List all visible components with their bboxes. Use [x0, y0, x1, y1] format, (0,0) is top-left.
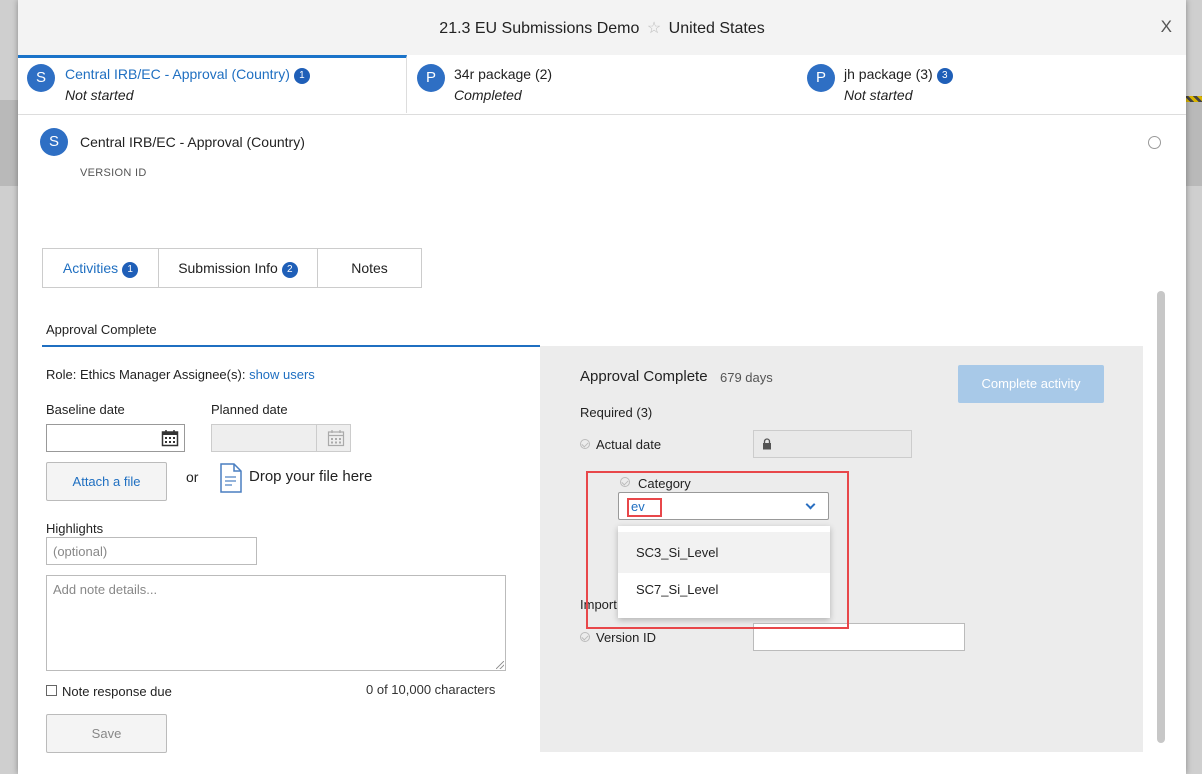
category-dropdown-menu: SC3_Si_Level SC7_Si_Level	[618, 526, 830, 618]
package-name: jh package (3) 3	[844, 66, 953, 84]
resize-handle[interactable]	[496, 661, 504, 669]
document-icon	[220, 463, 242, 493]
step-tab-approval-complete[interactable]: Approval Complete	[46, 322, 157, 337]
highlights-label: Highlights	[46, 521, 104, 536]
version-id-input[interactable]	[753, 623, 965, 651]
count-badge: 3	[936, 68, 953, 84]
count-badge: 1	[122, 262, 139, 278]
status-radio[interactable]	[1148, 136, 1161, 149]
step-tab-underline	[42, 345, 540, 347]
note-details-textarea[interactable]: Add note details...	[46, 575, 506, 671]
complete-activity-button[interactable]: Complete activity	[958, 365, 1104, 403]
package-name: 34r package (2)	[454, 66, 553, 82]
role-line: Role: Ethics Manager Assignee(s): show u…	[46, 367, 315, 382]
note-response-due-label: Note response due	[62, 684, 172, 699]
version-id-label: VERSION ID	[80, 167, 147, 179]
package-tabs: S Central IRB/EC - Approval (Country) 1 N…	[18, 55, 1186, 115]
version-id-label: Version ID	[596, 630, 656, 645]
close-button[interactable]: X	[1161, 17, 1172, 37]
package-status: Not started	[65, 87, 134, 103]
category-select-value: ev	[631, 499, 645, 514]
actual-date-input	[753, 430, 912, 458]
chevron-down-icon[interactable]	[805, 499, 816, 510]
package-status: Completed	[454, 87, 522, 103]
calendar-icon	[327, 430, 345, 447]
package-tab-34r[interactable]: P 34r package (2) Completed	[407, 55, 798, 113]
or-separator: or	[186, 469, 199, 485]
background-stripe	[1186, 96, 1202, 102]
calendar-icon[interactable]	[161, 429, 179, 447]
check-circle-icon	[580, 439, 590, 449]
check-circle-icon	[580, 632, 590, 642]
modal-titlebar: 21.3 EU Submissions Demo ☆ United States…	[18, 0, 1186, 56]
package-tab-jh[interactable]: P jh package (3) 3 Not started	[797, 55, 1186, 113]
category-label: Category	[638, 476, 691, 491]
vertical-scrollbar[interactable]	[1157, 291, 1165, 743]
baseline-date-input[interactable]	[46, 424, 185, 452]
import-section-label: Import	[580, 597, 617, 612]
avatar: S	[40, 128, 68, 156]
baseline-date-label: Baseline date	[46, 402, 125, 417]
tab-activities[interactable]: Activities 1	[43, 249, 159, 287]
show-users-link[interactable]: show users	[249, 367, 315, 382]
submission-modal: 21.3 EU Submissions Demo ☆ United States…	[18, 0, 1186, 774]
count-badge: 2	[281, 262, 298, 278]
drop-zone-text[interactable]: Drop your file here	[249, 468, 372, 485]
dropdown-option[interactable]: SC7_Si_Level	[618, 569, 830, 610]
lock-icon	[763, 438, 771, 450]
planned-date-input	[211, 424, 351, 452]
count-badge: 1	[293, 68, 310, 84]
tab-notes[interactable]: Notes	[318, 249, 421, 287]
save-button[interactable]: Save	[46, 714, 167, 753]
actual-date-label: Actual date	[596, 437, 662, 452]
dropdown-option[interactable]: SC3_Si_Level	[618, 532, 830, 573]
activity-tabs: Activities 1 Submission Info 2 Notes	[42, 248, 422, 288]
character-count: 0 of 10,000 characters	[366, 682, 496, 697]
note-response-due-checkbox[interactable]	[46, 685, 57, 696]
avatar: S	[27, 64, 55, 92]
planned-date-label: Planned date	[211, 402, 288, 417]
check-circle-icon	[620, 477, 630, 487]
modal-title: 21.3 EU Submissions Demo ☆ United States	[439, 20, 765, 37]
highlights-input[interactable]: (optional)	[46, 537, 257, 565]
tab-submission-info[interactable]: Submission Info 2	[159, 249, 318, 287]
avatar: P	[417, 64, 445, 92]
attach-file-button[interactable]: Attach a file	[46, 462, 167, 501]
category-select[interactable]: ev	[618, 492, 829, 520]
activity-days: 679 days	[720, 370, 773, 385]
package-status: Not started	[844, 87, 913, 103]
submission-title: Central IRB/EC - Approval (Country)	[80, 134, 305, 150]
package-name: Central IRB/EC - Approval (Country) 1	[65, 66, 310, 84]
avatar: P	[807, 64, 835, 92]
required-count: Required (3)	[580, 405, 653, 420]
star-icon[interactable]: ☆	[647, 20, 661, 37]
activity-title: Approval Complete	[580, 368, 708, 385]
package-tab-central-irb[interactable]: S Central IRB/EC - Approval (Country) 1 N…	[18, 55, 407, 113]
